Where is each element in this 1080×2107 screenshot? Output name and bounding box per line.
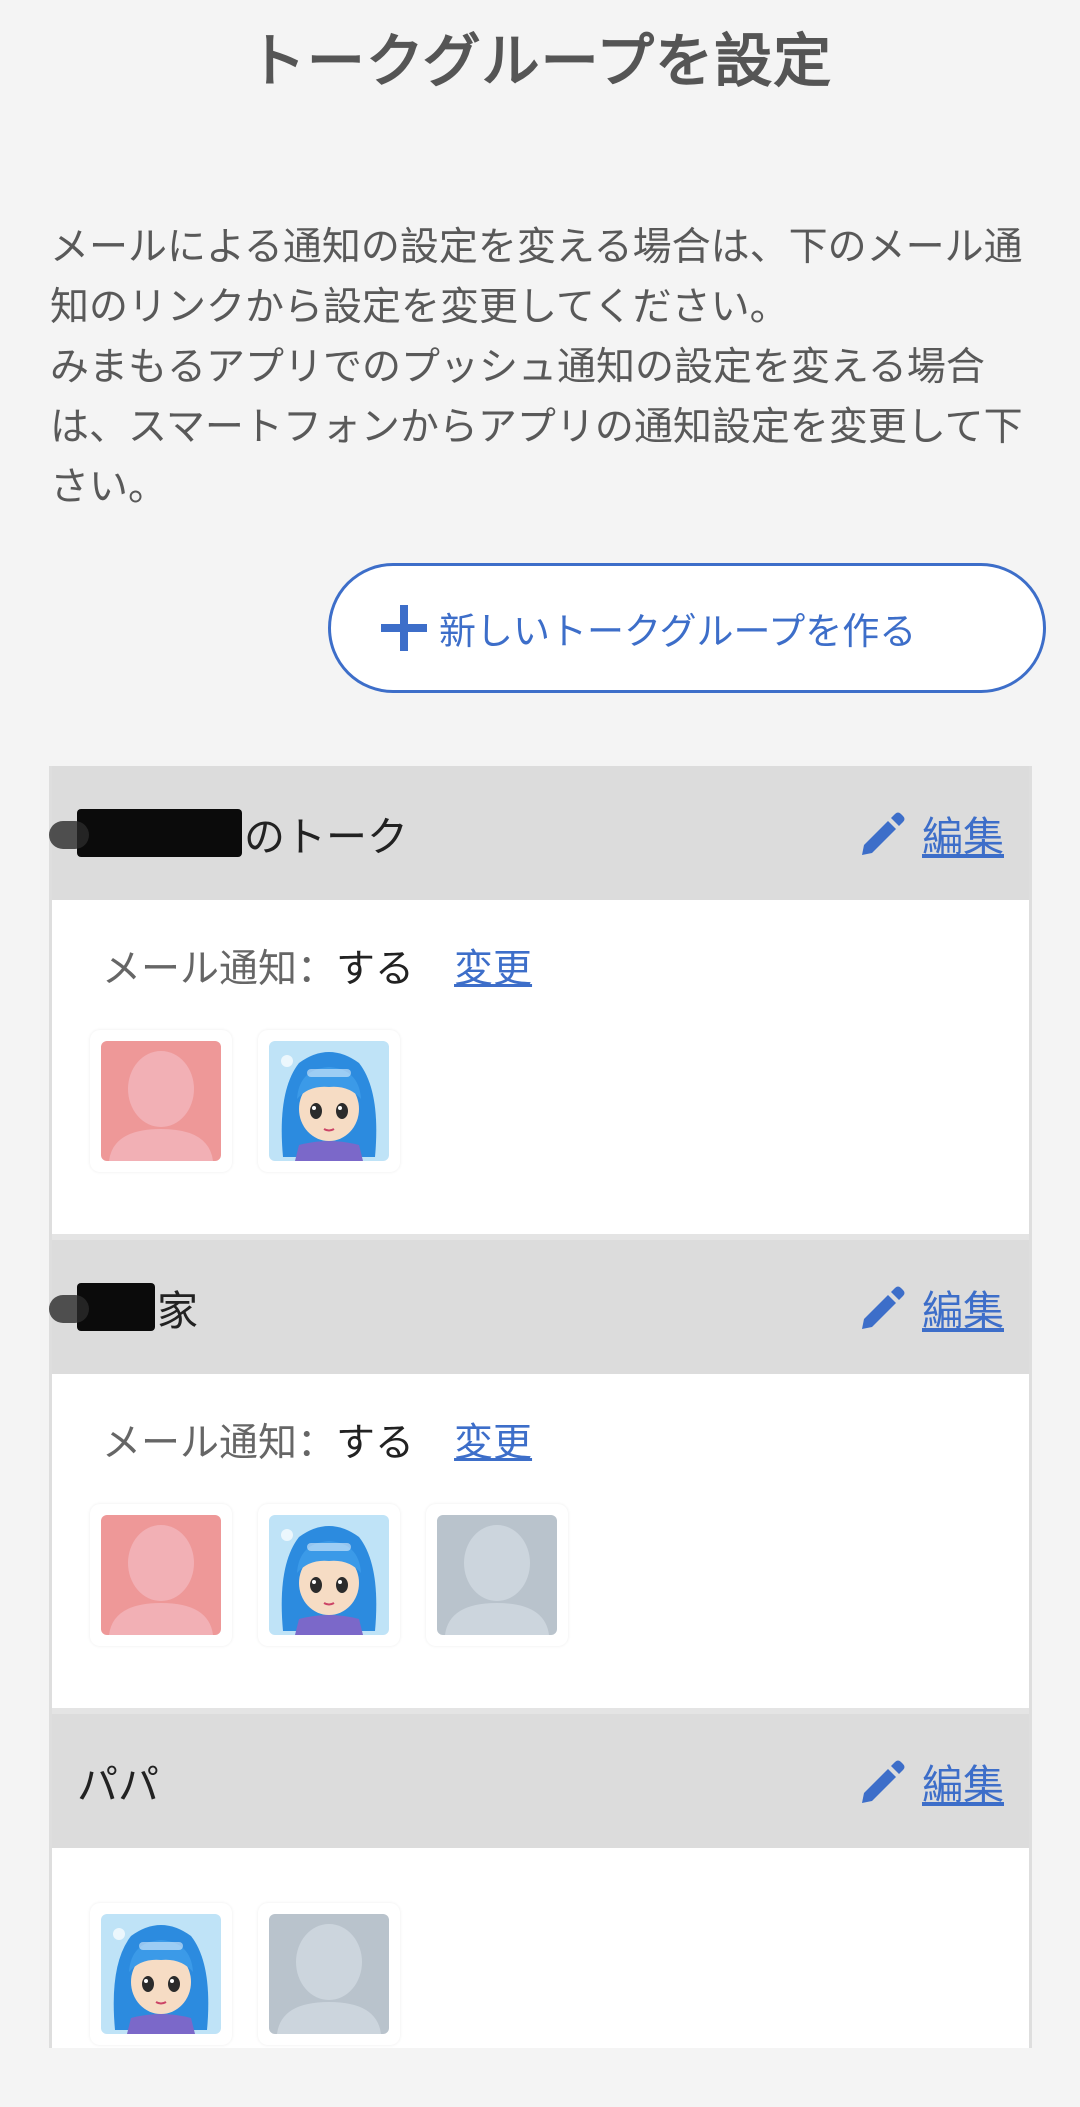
member-avatars xyxy=(52,1848,1029,2107)
anime-girl-avatar-icon xyxy=(269,1515,389,1635)
member-avatar[interactable] xyxy=(90,1030,232,1172)
group-name-text: パパ xyxy=(77,1761,159,1809)
page-title: トークグループを設定 xyxy=(247,27,833,95)
pencil-icon xyxy=(858,1283,906,1331)
anime-girl-avatar-icon xyxy=(269,1041,389,1161)
pink-default-avatar-icon xyxy=(101,1041,221,1161)
mail-notification-value: する xyxy=(336,1421,415,1466)
group-body: メール通知： する 変更 xyxy=(52,900,1029,1240)
gray-default-avatar-icon xyxy=(437,1515,557,1635)
group-name: パパ xyxy=(77,1751,159,1811)
change-notification-link[interactable]: 変更 xyxy=(454,1412,532,1468)
notice-push-text: みまもるアプリでのプッシュ通知の設定を変える場合は、スマートフォンからアプリの通… xyxy=(50,345,1023,510)
mail-notification-value: する xyxy=(336,947,415,992)
group-name: のトーク xyxy=(49,803,408,863)
group-header: 家 編集 xyxy=(49,1240,1029,1374)
talk-group-list: のトーク 編集 メール通知： する 変更 家 編集 メール通知： する 変更 パ… xyxy=(49,766,1032,2048)
edit-label: 編集 xyxy=(922,813,1004,861)
group-name-text: 家 xyxy=(157,1287,198,1335)
member-avatars xyxy=(52,1470,1029,1708)
group-body: メール通知： する 変更 xyxy=(52,1374,1029,1714)
plus-icon xyxy=(381,605,427,651)
mail-notification-label: メール通知： xyxy=(102,947,337,992)
group-header: のトーク 編集 xyxy=(49,766,1029,900)
edit-group-link[interactable]: 編集 xyxy=(858,1277,1004,1337)
mail-notification-row: メール通知： する 変更 xyxy=(52,936,1029,996)
group-body xyxy=(52,1848,1029,2048)
mail-notification-label: メール通知： xyxy=(102,1421,337,1466)
member-avatar[interactable] xyxy=(426,1504,568,1646)
group-name: 家 xyxy=(49,1277,198,1337)
group-header: パパ 編集 xyxy=(52,1714,1029,1848)
edit-label: 編集 xyxy=(922,1287,1004,1335)
notice-mail-text: メールによる通知の設定を変える場合は、下のメール通知のリンクから設定を変更してく… xyxy=(50,225,1023,330)
member-avatar[interactable] xyxy=(90,1903,232,2045)
group-name-text: のトーク xyxy=(244,813,408,861)
new-talk-group-button[interactable]: 新しいトークグループを作る xyxy=(328,563,1046,693)
member-avatar[interactable] xyxy=(90,1504,232,1646)
change-notification-link[interactable]: 変更 xyxy=(454,938,532,994)
new-talk-group-label: 新しいトークグループを作る xyxy=(439,610,917,653)
member-avatar[interactable] xyxy=(258,1030,400,1172)
pencil-icon xyxy=(858,809,906,857)
member-avatar[interactable] xyxy=(258,1504,400,1646)
notification-notice: メールによる通知の設定を変える場合は、下のメール通知のリンクから設定を変更してく… xyxy=(50,218,1025,518)
pencil-icon xyxy=(858,1757,906,1805)
member-avatars xyxy=(52,996,1029,1234)
redacted-name xyxy=(49,809,242,857)
anime-girl-avatar-icon xyxy=(101,1914,221,2034)
edit-label: 編集 xyxy=(922,1761,1004,1809)
gray-default-avatar-icon xyxy=(269,1914,389,2034)
member-avatar[interactable] xyxy=(258,1903,400,2045)
pink-default-avatar-icon xyxy=(101,1515,221,1635)
edit-group-link[interactable]: 編集 xyxy=(858,803,1004,863)
edit-group-link[interactable]: 編集 xyxy=(858,1751,1004,1811)
mail-notification-row: メール通知： する 変更 xyxy=(52,1410,1029,1470)
redacted-name xyxy=(49,1283,155,1331)
